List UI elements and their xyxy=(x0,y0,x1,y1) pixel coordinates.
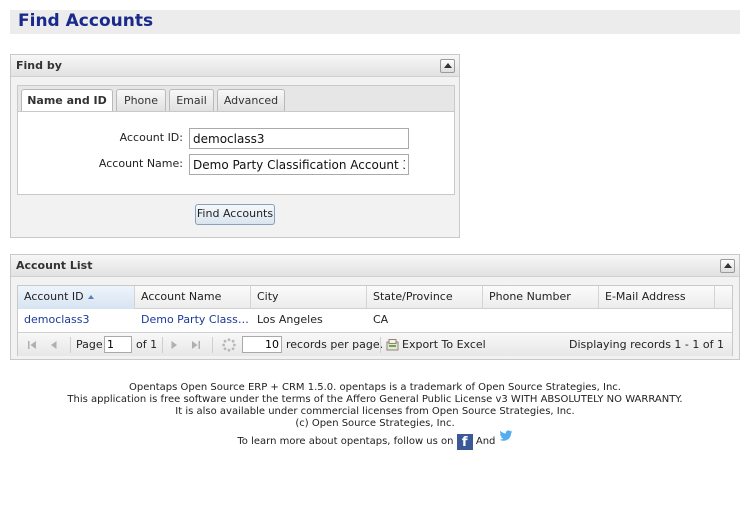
cell-account-name[interactable]: Demo Party Classif… xyxy=(135,309,251,331)
page-title-bar: Find Accounts xyxy=(10,10,740,34)
column-header-account-id[interactable]: Account ID xyxy=(18,286,135,309)
find-by-panel-header: Find by xyxy=(11,55,459,77)
footer-line-version: Opentaps Open Source ERP + CRM 1.5.0. op… xyxy=(129,382,621,393)
page-title: Find Accounts xyxy=(18,11,154,31)
account-name-input[interactable] xyxy=(189,154,409,175)
first-page-icon[interactable] xyxy=(26,339,38,351)
previous-page-icon[interactable] xyxy=(48,339,60,351)
sort-ascending-icon xyxy=(87,295,94,299)
and-text: And xyxy=(475,436,496,447)
account-grid: Account ID Account Name City State/Provi… xyxy=(17,285,733,356)
tab-advanced[interactable]: Advanced xyxy=(217,89,285,113)
column-header-city[interactable]: City xyxy=(251,286,367,309)
records-per-page-label: records per page. xyxy=(286,338,384,351)
footer-line-license: This application is free software under … xyxy=(67,394,683,405)
account-id-label: Account ID: xyxy=(119,131,183,144)
column-header-label: Account ID xyxy=(24,290,84,303)
account-list-panel-title: Account List xyxy=(16,259,93,272)
collapse-list-panel-button[interactable] xyxy=(720,259,735,273)
pager-separator xyxy=(212,337,213,353)
next-page-icon[interactable] xyxy=(168,339,180,351)
tab-email[interactable]: Email xyxy=(169,89,214,113)
records-summary: Displaying records 1 - 1 of 1 xyxy=(569,338,724,351)
account-list-panel-header: Account List xyxy=(11,255,739,277)
tab-phone[interactable]: Phone xyxy=(116,89,166,113)
collapse-up-icon xyxy=(724,263,732,268)
excel-icon xyxy=(386,339,399,351)
footer-line-copyright: (c) Open Source Strategies, Inc. xyxy=(295,418,455,429)
find-by-panel: Find by Name and ID Phone Email Advanced… xyxy=(10,54,460,238)
grid-header: Account ID Account Name City State/Provi… xyxy=(18,286,732,309)
last-page-icon[interactable] xyxy=(190,339,202,351)
page-label: Page xyxy=(76,338,103,351)
collapse-find-panel-button[interactable] xyxy=(440,59,455,73)
cell-state: CA xyxy=(373,313,389,326)
footer: Opentaps Open Source ERP + CRM 1.5.0. op… xyxy=(0,382,750,430)
grid-pager: Page of 1 records per page. xyxy=(18,332,732,356)
pager-separator xyxy=(70,337,71,353)
account-list-panel: Account List Account ID Account Name Cit… xyxy=(10,254,740,360)
tab-body-name-and-id: Account ID: Account Name: xyxy=(17,111,455,195)
follow-text: To learn more about opentaps, follow us … xyxy=(237,436,454,447)
cell-city: Los Angeles xyxy=(257,313,323,326)
find-accounts-button[interactable]: Find Accounts xyxy=(195,204,275,225)
find-tabs: Name and ID Phone Email Advanced Account… xyxy=(17,85,455,250)
column-header-email[interactable]: E-Mail Address xyxy=(599,286,715,309)
twitter-icon[interactable] xyxy=(499,430,513,442)
cell-phone xyxy=(483,309,599,331)
account-name-label: Account Name: xyxy=(98,157,183,170)
find-by-panel-title: Find by xyxy=(16,59,62,72)
refresh-icon[interactable] xyxy=(222,338,236,352)
account-id-input[interactable] xyxy=(189,128,409,149)
cell-account-id[interactable]: democlass3 xyxy=(18,309,135,331)
facebook-icon[interactable]: f xyxy=(456,434,473,450)
records-per-page-input[interactable] xyxy=(242,336,282,353)
export-to-excel-label: Export To Excel xyxy=(402,338,486,351)
column-header-state[interactable]: State/Province xyxy=(367,286,483,309)
column-header-phone[interactable]: Phone Number xyxy=(483,286,599,309)
page-count-label: of 1 xyxy=(136,338,158,351)
page-number-input[interactable] xyxy=(104,336,132,353)
collapse-up-icon xyxy=(444,63,452,68)
tab-strip: Name and ID Phone Email Advanced xyxy=(17,85,455,114)
pager-separator xyxy=(380,337,381,353)
social-row: To learn more about opentaps, follow us … xyxy=(0,430,750,450)
cell-email xyxy=(599,309,715,331)
pager-separator xyxy=(162,337,163,353)
column-header-account-name[interactable]: Account Name xyxy=(135,286,251,309)
footer-line-commercial: It is also available under commercial li… xyxy=(175,406,575,417)
